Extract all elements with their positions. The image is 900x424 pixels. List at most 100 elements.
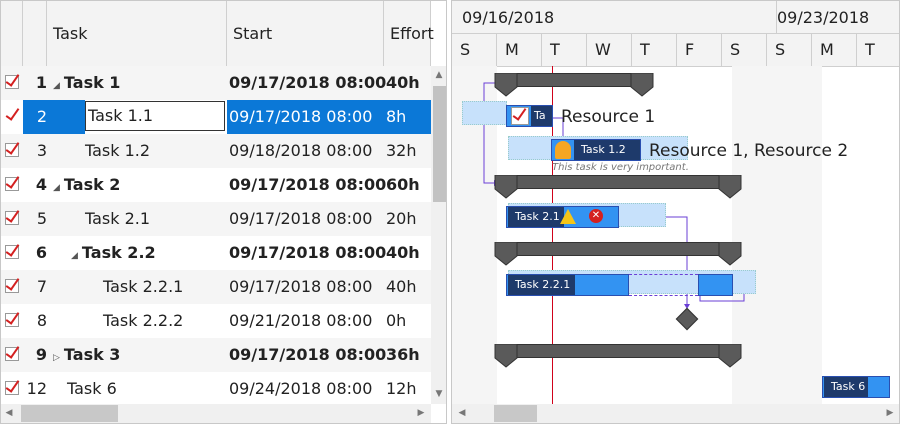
table-row[interactable]: 1 ◢ Task 1 09/17/2018 08:00 40h	[1, 66, 431, 100]
checkbox-icon[interactable]	[5, 143, 19, 157]
task-bar-label: Task 2.2.1	[508, 275, 575, 295]
effort-cell[interactable]: 0h	[384, 304, 433, 338]
start-cell[interactable]: 09/17/2018 08:00	[227, 66, 386, 100]
split-gap	[629, 274, 698, 296]
start-cell[interactable]: 09/24/2018 08:00	[227, 372, 386, 406]
day-label: T	[632, 33, 677, 66]
start-cell[interactable]: 09/17/2018 08:00	[227, 168, 386, 202]
row-number: 8	[36, 311, 47, 330]
table-row[interactable]: 6 ◢ Task 2.2 09/17/2018 08:00 40h	[1, 236, 431, 270]
table-row[interactable]: 2 Task 1.1 09/17/2018 08:00 8h	[1, 100, 433, 134]
checkbox-icon[interactable]	[5, 245, 19, 259]
error-icon: ✕	[589, 209, 603, 223]
checkbox-icon[interactable]	[5, 279, 19, 293]
summary-cap-right	[630, 73, 654, 97]
row-check-cell[interactable]	[1, 236, 23, 270]
task-bar-task-1-2[interactable]: Task 1.2	[551, 139, 641, 161]
row-check-cell[interactable]	[1, 168, 23, 202]
start-cell[interactable]: 09/17/2018 08:00	[227, 100, 386, 134]
scroll-right-icon[interactable]: ▶	[882, 404, 898, 423]
row-check-cell[interactable]	[1, 66, 23, 100]
task-name-cell[interactable]: ▷ Task 3	[47, 338, 233, 372]
start-cell[interactable]: 09/17/2018 08:00	[227, 338, 386, 372]
checkbox-icon[interactable]	[5, 347, 19, 361]
table-row[interactable]: 3 Task 1.2 09/18/2018 08:00 32h	[1, 134, 431, 168]
task-name-cell[interactable]: ◢ Task 1	[47, 66, 233, 100]
table-row[interactable]: 4 ◢ Task 2 09/17/2018 08:00 60h	[1, 168, 431, 202]
effort-cell[interactable]: 12h	[384, 372, 433, 406]
checkbox-icon[interactable]	[5, 75, 19, 89]
table-row[interactable]: 5 Task 2.1 09/17/2018 08:00 20h	[1, 202, 431, 236]
row-check-cell[interactable]	[1, 304, 23, 338]
task-bar-task-2-1[interactable]: Task 2.1 ✕	[506, 206, 619, 228]
checkbox-icon[interactable]	[5, 313, 19, 327]
task-name-cell[interactable]: Task 6	[47, 372, 247, 406]
effort-cell[interactable]: 32h	[384, 134, 433, 168]
row-number: 5	[36, 209, 47, 228]
table-row[interactable]: 7 Task 2.2.1 09/17/2018 08:00 40h	[1, 270, 431, 304]
task-name: Task 1.2	[85, 141, 151, 160]
start-cell[interactable]: 09/18/2018 08:00	[227, 134, 386, 168]
baseline-bar	[462, 101, 507, 125]
effort-cell[interactable]: 40h	[384, 236, 433, 270]
summary-bar-task-3[interactable]	[496, 344, 740, 358]
effort-cell[interactable]: 36h	[384, 338, 433, 372]
start-cell[interactable]: 09/17/2018 08:00	[227, 202, 386, 236]
day-label: T	[857, 33, 899, 66]
scroll-left-icon[interactable]: ◀	[1, 404, 17, 423]
table-row[interactable]: 8 Task 2.2.2 09/21/2018 08:00 0h	[1, 304, 431, 338]
task-name-cell[interactable]: ◢ Task 2.2	[47, 236, 251, 270]
row-check-cell[interactable]	[1, 202, 23, 236]
task-bar-segment[interactable]	[698, 274, 733, 296]
table-row[interactable]: 12 Task 6 09/24/2018 08:00 12h	[1, 372, 431, 406]
effort-cell[interactable]: 40h	[384, 66, 433, 100]
effort-cell[interactable]: 20h	[384, 202, 433, 236]
day-label: S	[452, 33, 497, 66]
row-check-cell[interactable]	[1, 270, 23, 304]
expand-icon[interactable]: ▷	[53, 353, 60, 363]
collapse-icon[interactable]: ◢	[71, 251, 78, 261]
scroll-right-icon[interactable]: ▶	[413, 404, 429, 423]
header-effort[interactable]: Effort	[384, 1, 434, 66]
row-check-cell[interactable]	[1, 372, 23, 406]
effort-cell[interactable]: 60h	[384, 168, 433, 202]
summary-bar-task-2[interactable]	[496, 175, 740, 189]
start-cell[interactable]: 09/17/2018 08:00	[227, 236, 386, 270]
task-name-editor[interactable]: Task 1.1	[85, 101, 225, 131]
header-task[interactable]: Task	[47, 1, 227, 66]
collapse-icon[interactable]: ◢	[53, 183, 60, 193]
row-check-cell[interactable]	[1, 100, 23, 134]
grid-vertical-scroll-thumb[interactable]	[433, 86, 446, 202]
effort-cell[interactable]: 40h	[384, 270, 433, 304]
grid-horizontal-scroll-thumb[interactable]	[21, 405, 118, 422]
gantt-chart: 09/16/2018 09/23/2018 Ta Resource 1 Task…	[451, 0, 900, 424]
task-bar-task-2-2-1[interactable]: Task 2.2.1	[506, 274, 629, 296]
summary-bar-task-2-2[interactable]	[496, 242, 740, 256]
header-num-col[interactable]	[23, 1, 47, 66]
summary-bar-task-1[interactable]	[496, 73, 652, 87]
day-label: S	[767, 33, 812, 66]
checkbox-icon[interactable]	[5, 211, 19, 225]
row-check-cell[interactable]	[1, 338, 23, 372]
task-name-cell[interactable]: ◢ Task 2	[47, 168, 233, 202]
start-cell[interactable]: 09/17/2018 08:00	[227, 270, 386, 304]
selection-highlight	[47, 100, 85, 134]
summary-cap-left	[494, 242, 518, 266]
effort-cell[interactable]: 8h	[384, 100, 433, 134]
header-start[interactable]: Start	[227, 1, 384, 66]
task-bar-task-1-1[interactable]: Ta	[506, 105, 553, 127]
table-row[interactable]: 9 ▷ Task 3 09/17/2018 08:00 36h	[1, 338, 431, 372]
row-check-cell[interactable]	[1, 134, 23, 168]
scroll-left-icon[interactable]: ◀	[454, 404, 470, 423]
checkbox-icon[interactable]	[5, 109, 19, 123]
checkbox-icon[interactable]	[5, 177, 19, 191]
header-check-col[interactable]	[1, 1, 23, 66]
resource-label: Resource 1, Resource 2	[649, 141, 849, 161]
scroll-up-icon[interactable]: ▲	[431, 66, 446, 85]
gantt-horizontal-scroll-thumb[interactable]	[494, 405, 537, 422]
scroll-down-icon[interactable]: ▼	[431, 385, 446, 404]
collapse-icon[interactable]: ◢	[53, 81, 60, 91]
task-bar-task-6[interactable]: Task 6	[822, 376, 890, 398]
start-cell[interactable]: 09/21/2018 08:00	[227, 304, 386, 338]
checkbox-icon[interactable]	[5, 381, 19, 395]
